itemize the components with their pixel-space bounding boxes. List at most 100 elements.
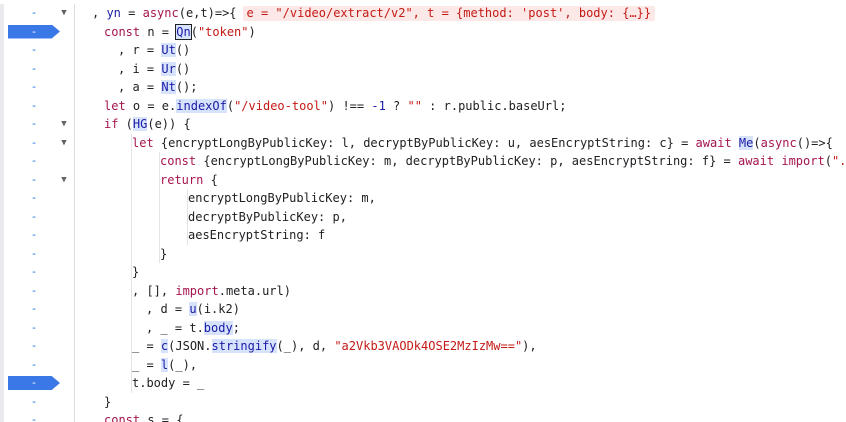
line-gutter[interactable]: - bbox=[0, 244, 74, 264]
line-gutter[interactable]: - ▼ bbox=[0, 4, 74, 23]
line-number[interactable]: - bbox=[6, 411, 62, 422]
gutter-divider bbox=[74, 78, 75, 97]
line-gutter[interactable]: - bbox=[0, 281, 74, 301]
line-gutter[interactable]: - bbox=[0, 22, 74, 41]
code-line[interactable]: - let o = e.indexOf("/video-tool") !== -1… bbox=[0, 96, 846, 116]
code-token[interactable]: stringify bbox=[211, 339, 277, 353]
fold-toggle-icon[interactable]: ▼ bbox=[59, 115, 69, 134]
code-line[interactable]: - const n = Qn("token") bbox=[0, 22, 846, 41]
line-number[interactable]: - bbox=[6, 208, 62, 227]
code-line[interactable]: - _ = c(JSON.stringify(_), d, "a2Vkb3VAOD… bbox=[0, 337, 846, 356]
code-line[interactable]: - _ = l(_), bbox=[0, 355, 846, 375]
code-line[interactable]: - const {encryptLongByPublicKey: m, decry… bbox=[0, 152, 846, 171]
fold-toggle-icon[interactable]: ▼ bbox=[59, 171, 69, 190]
code-line[interactable]: -} bbox=[0, 244, 846, 264]
code-line[interactable]: - ▼ let {encryptLongByPublicKey: l, decryp… bbox=[0, 133, 846, 153]
breakpoint-marker[interactable]: - bbox=[8, 376, 60, 390]
breakpoint-marker[interactable]: - bbox=[8, 24, 60, 39]
line-gutter[interactable]: - bbox=[0, 59, 74, 79]
indent-guide bbox=[159, 189, 160, 208]
line-number[interactable]: - bbox=[6, 4, 62, 23]
code-line[interactable]: - , d = u(i.k2) bbox=[0, 300, 846, 319]
line-gutter[interactable]: - ▼ bbox=[0, 133, 74, 153]
code-line[interactable]: -} bbox=[0, 392, 846, 412]
line-number[interactable]: - bbox=[6, 337, 62, 356]
line-gutter[interactable]: - bbox=[0, 96, 74, 116]
code-token[interactable]: body bbox=[203, 320, 233, 335]
line-gutter[interactable]: - ▼ bbox=[0, 170, 74, 190]
code-token[interactable]: indexOf bbox=[176, 98, 227, 113]
indent-guide bbox=[131, 244, 132, 263]
line-number[interactable]: - bbox=[6, 263, 62, 282]
line-number[interactable]: - bbox=[6, 245, 62, 264]
fold-toggle-icon[interactable]: ▼ bbox=[59, 4, 69, 23]
line-gutter[interactable]: - bbox=[0, 355, 74, 375]
line-gutter[interactable]: - bbox=[0, 78, 74, 97]
line-gutter[interactable]: - bbox=[0, 41, 74, 60]
code-line[interactable]: - ▼ if (HG(e)) { bbox=[0, 115, 846, 134]
gutter-strip bbox=[0, 78, 4, 97]
code-line[interactable]: - encryptLongByPublicKey: m, bbox=[0, 189, 846, 208]
code-token: yn bbox=[106, 6, 121, 20]
line-number[interactable]: - bbox=[6, 319, 62, 338]
line-gutter[interactable]: - bbox=[0, 374, 74, 393]
line-number[interactable]: - bbox=[6, 41, 62, 60]
line-gutter[interactable]: - bbox=[0, 411, 74, 422]
line-gutter[interactable]: - bbox=[0, 337, 74, 356]
line-number[interactable]: - bbox=[6, 60, 62, 79]
line-number[interactable]: - bbox=[6, 115, 62, 134]
code-token: "/video-tool" bbox=[234, 98, 328, 113]
code-token[interactable]: u bbox=[189, 302, 197, 316]
code-line[interactable]: - , r = Ut() bbox=[0, 41, 846, 60]
code-token[interactable]: Me bbox=[738, 135, 754, 150]
line-gutter[interactable]: - bbox=[0, 226, 74, 245]
line-number[interactable]: - bbox=[6, 134, 62, 153]
line-number[interactable]: - bbox=[6, 189, 62, 208]
code-token: } bbox=[132, 265, 140, 279]
code-token: ( bbox=[753, 135, 761, 150]
code-line[interactable]: - t.body = _ bbox=[0, 374, 846, 393]
line-number[interactable]: - bbox=[6, 393, 62, 412]
line-gutter[interactable]: - bbox=[0, 300, 74, 319]
line-gutter[interactable]: - bbox=[0, 263, 74, 282]
code-line[interactable]: - const s = { bbox=[0, 411, 846, 422]
code-text: , a = Nt(); bbox=[118, 78, 198, 97]
line-number[interactable]: - bbox=[6, 226, 62, 245]
code-line[interactable]: - ▼, yn = async(e,t)=>{e = "/video/extrac… bbox=[0, 4, 846, 23]
code-token: n = bbox=[140, 24, 177, 39]
code-line[interactable]: - , [], import.meta.url) bbox=[0, 281, 846, 301]
fold-slot bbox=[59, 393, 69, 412]
code-line[interactable]: -} bbox=[0, 263, 846, 282]
line-number[interactable]: - bbox=[6, 356, 62, 375]
code-line[interactable]: - , a = Nt(); bbox=[0, 78, 846, 97]
line-number[interactable]: - bbox=[6, 300, 62, 319]
gutter-strip bbox=[0, 152, 4, 171]
fold-slot bbox=[59, 356, 69, 375]
line-number[interactable]: - bbox=[6, 152, 62, 171]
code-line[interactable]: - , i = Ur() bbox=[0, 59, 846, 79]
fold-toggle-icon[interactable]: ▼ bbox=[59, 134, 69, 153]
line-gutter[interactable]: - ▼ bbox=[0, 115, 74, 134]
line-gutter[interactable]: - bbox=[0, 189, 74, 208]
code-line[interactable]: - decryptByPublicKey: p, bbox=[0, 207, 846, 227]
code-token[interactable]: Qn bbox=[175, 23, 192, 40]
line-gutter[interactable]: - bbox=[0, 392, 74, 412]
code-token[interactable]: Nt bbox=[161, 80, 176, 94]
fold-slot bbox=[59, 226, 69, 245]
line-number[interactable]: - bbox=[6, 282, 62, 301]
code-token[interactable]: HG bbox=[132, 117, 148, 131]
code-line[interactable]: - aesEncryptString: f bbox=[0, 226, 846, 245]
code-line[interactable]: - , _ = t.body; bbox=[0, 318, 846, 338]
line-number[interactable]: - bbox=[6, 97, 62, 116]
code-line[interactable]: - ▼ return { bbox=[0, 170, 846, 190]
line-number[interactable]: - bbox=[6, 171, 62, 190]
code-token[interactable]: Ur bbox=[161, 61, 176, 76]
line-gutter[interactable]: - bbox=[0, 152, 74, 171]
line-gutter[interactable]: - bbox=[0, 318, 74, 338]
code-editor[interactable]: - ▼, yn = async(e,t)=>{e = "/video/extrac… bbox=[0, 0, 846, 422]
code-token: async bbox=[760, 135, 797, 150]
code-token: (_), bbox=[168, 357, 198, 372]
code-token[interactable]: Ut bbox=[161, 43, 176, 57]
line-number[interactable]: - bbox=[6, 78, 62, 97]
line-gutter[interactable]: - bbox=[0, 207, 74, 227]
